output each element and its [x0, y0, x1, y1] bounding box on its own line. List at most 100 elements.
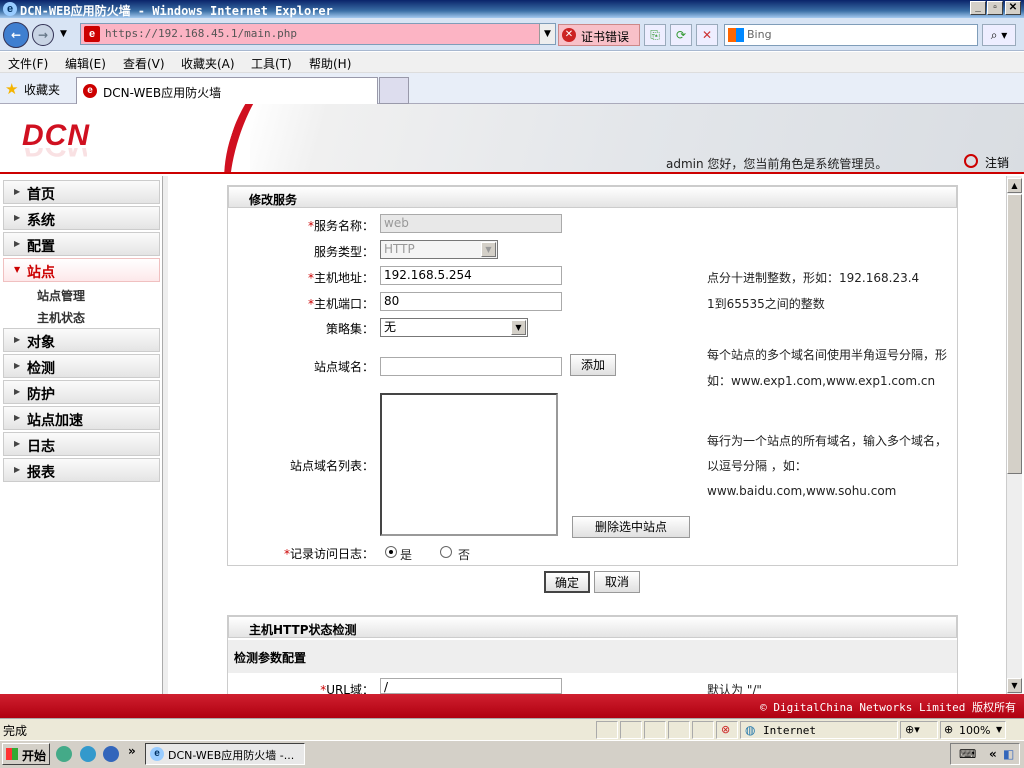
- quicklaunch-desktop-icon[interactable]: [80, 746, 96, 762]
- certificate-error-icon: ⊗: [721, 723, 731, 736]
- chevron-right-icon: ▶: [14, 439, 21, 448]
- start-button[interactable]: 开始: [2, 743, 50, 765]
- menu-help[interactable]: 帮助(H): [309, 55, 351, 72]
- logout-link[interactable]: 注销: [985, 154, 1009, 171]
- quicklaunch-media-icon[interactable]: [103, 746, 119, 762]
- certificate-error-button[interactable]: ✕ 证书错误: [558, 24, 640, 46]
- minimize-button[interactable]: _: [970, 1, 986, 15]
- forward-button[interactable]: →: [32, 24, 54, 46]
- site-domain-label: 站点域名：: [313, 360, 374, 374]
- zone-label: Internet: [763, 724, 816, 737]
- quicklaunch-more-icon[interactable]: »: [128, 744, 136, 758]
- refresh-icon[interactable]: ⟳: [670, 24, 692, 46]
- shield-error-icon: ✕: [562, 28, 576, 42]
- sidebar-item-label: 防护: [27, 387, 55, 403]
- delete-selected-site-button[interactable]: 删除选中站点: [572, 516, 690, 538]
- health-params-subheader: 检测参数配置: [228, 640, 957, 673]
- quicklaunch-ie-icon[interactable]: [56, 746, 72, 762]
- sidebar-item-home[interactable]: ▶ 首页: [3, 180, 160, 204]
- sidebar-item-log[interactable]: ▶ 日志: [3, 432, 160, 456]
- close-window-button[interactable]: ✕: [1005, 1, 1021, 15]
- status-cell: [620, 721, 642, 739]
- sidebar-item-object[interactable]: ▶ 对象: [3, 328, 160, 352]
- keyboard-icon[interactable]: ⌨: [959, 747, 976, 761]
- chevron-right-icon: ▶: [14, 361, 21, 370]
- taskbar-item-ie[interactable]: e DCN-WEB应用防火墙 -...: [145, 743, 305, 765]
- search-box[interactable]: Bing: [724, 24, 978, 46]
- system-tray: ⌨ « ◧: [950, 743, 1020, 765]
- sidebar-item-system[interactable]: ▶ 系统: [3, 206, 160, 230]
- sidebar-item-label: 检测: [27, 361, 55, 377]
- scroll-down-icon[interactable]: ▼: [1007, 678, 1022, 693]
- menu-edit[interactable]: 编辑(E): [65, 55, 106, 72]
- back-button[interactable]: ←: [3, 22, 29, 48]
- dcn-logo-reflection: DCN: [22, 148, 87, 162]
- access-log-yes-radio[interactable]: [385, 546, 397, 558]
- sidebar-subitem-host-status[interactable]: 主机状态: [37, 309, 85, 326]
- sidebar-item-site[interactable]: ▼ 站点: [3, 258, 160, 282]
- sidebar-item-label: 首页: [27, 187, 55, 203]
- menu-favorites[interactable]: 收藏夹(A): [181, 55, 235, 72]
- content-scrollbar[interactable]: ▲ ▼: [1006, 176, 1022, 694]
- subsection-title: 检测参数配置: [234, 651, 307, 665]
- favorites-star-icon[interactable]: ★: [5, 80, 18, 98]
- service-name-label: *服务名称：: [307, 219, 374, 233]
- protected-mode-cell[interactable]: ⊕▾: [900, 721, 938, 739]
- new-tab-button[interactable]: [379, 77, 409, 104]
- select-arrow-icon: ▼: [511, 320, 526, 335]
- sidebar-item-detect[interactable]: ▶ 检测: [3, 354, 160, 378]
- select-arrow-icon: ▼: [481, 242, 496, 257]
- tab-title: DCN-WEB应用防火墙: [103, 86, 222, 100]
- zoom-cell[interactable]: ⊕ 100% ▼: [940, 721, 1006, 739]
- search-input[interactable]: Bing: [747, 28, 772, 41]
- sidebar-item-config[interactable]: ▶ 配置: [3, 232, 160, 256]
- domain-list-textarea[interactable]: [380, 393, 558, 536]
- policy-set-select[interactable]: 无 ▼: [380, 318, 528, 337]
- sidebar-subitem-site-management[interactable]: 站点管理: [37, 287, 85, 304]
- access-log-label: *记录访问日志：: [283, 547, 374, 561]
- search-button[interactable]: ⌕ ▾: [982, 24, 1016, 46]
- menu-file[interactable]: 文件(F): [8, 55, 48, 72]
- browser-tab-active[interactable]: e DCN-WEB应用防火墙: [76, 77, 378, 104]
- tray-app-icon[interactable]: ◧: [1003, 747, 1014, 761]
- host-address-hint: 点分十进制整数，形如：192.168.23.4: [707, 271, 920, 285]
- address-input[interactable]: https://192.168.45.1/main.php: [105, 27, 297, 40]
- ie-taskbar-icon: e: [150, 747, 164, 761]
- globe-icon: ◍: [745, 723, 756, 737]
- ok-button[interactable]: 确定: [544, 571, 590, 593]
- zoom-icon: ⊕: [944, 723, 954, 736]
- compatibility-view-icon[interactable]: ⎘: [644, 24, 666, 46]
- host-port-label: *主机端口：: [307, 297, 374, 311]
- tray-expand-icon[interactable]: «: [989, 747, 997, 761]
- host-address-label: *主机地址：: [307, 271, 374, 285]
- section-title: 修改服务: [249, 193, 298, 207]
- add-domain-button[interactable]: 添加: [570, 354, 616, 376]
- url-field-input[interactable]: /: [380, 678, 562, 694]
- logout-key-icon[interactable]: [964, 154, 978, 168]
- host-address-input[interactable]: 192.168.5.254: [380, 266, 562, 285]
- sidebar-item-label: 站点: [27, 265, 55, 281]
- history-dropdown-icon[interactable]: ▼: [60, 29, 67, 39]
- scroll-up-icon[interactable]: ▲: [1007, 178, 1022, 193]
- scrollbar-thumb[interactable]: [1007, 194, 1022, 474]
- cancel-button[interactable]: 取消: [594, 571, 640, 593]
- address-bar[interactable]: e https://192.168.45.1/main.php ▼: [80, 23, 556, 45]
- menu-tools[interactable]: 工具(T): [251, 55, 292, 72]
- site-domain-input[interactable]: [380, 357, 562, 376]
- restore-button[interactable]: ▫: [987, 1, 1003, 15]
- sidebar-splitter[interactable]: [162, 176, 168, 694]
- menu-view[interactable]: 查看(V): [123, 55, 165, 72]
- sidebar-item-site-accel[interactable]: ▶ 站点加速: [3, 406, 160, 430]
- security-error-cell[interactable]: ⊗: [716, 721, 738, 739]
- address-dropdown-icon[interactable]: ▼: [539, 24, 555, 44]
- sidebar-item-report[interactable]: ▶ 报表: [3, 458, 160, 482]
- favorites-button[interactable]: 收藏夹: [24, 81, 60, 98]
- stop-icon[interactable]: ✕: [696, 24, 718, 46]
- host-port-input[interactable]: 80: [380, 292, 562, 311]
- service-type-label: 服务类型：: [313, 245, 374, 259]
- status-cell: [644, 721, 666, 739]
- access-log-no-radio[interactable]: [440, 546, 452, 558]
- sidebar-item-protect[interactable]: ▶ 防护: [3, 380, 160, 404]
- window-title: DCN-WEB应用防火墙 - Windows Internet Explorer: [20, 4, 333, 18]
- domain-list-hint-line3: www.baidu.com,www.sohu.com: [707, 484, 897, 498]
